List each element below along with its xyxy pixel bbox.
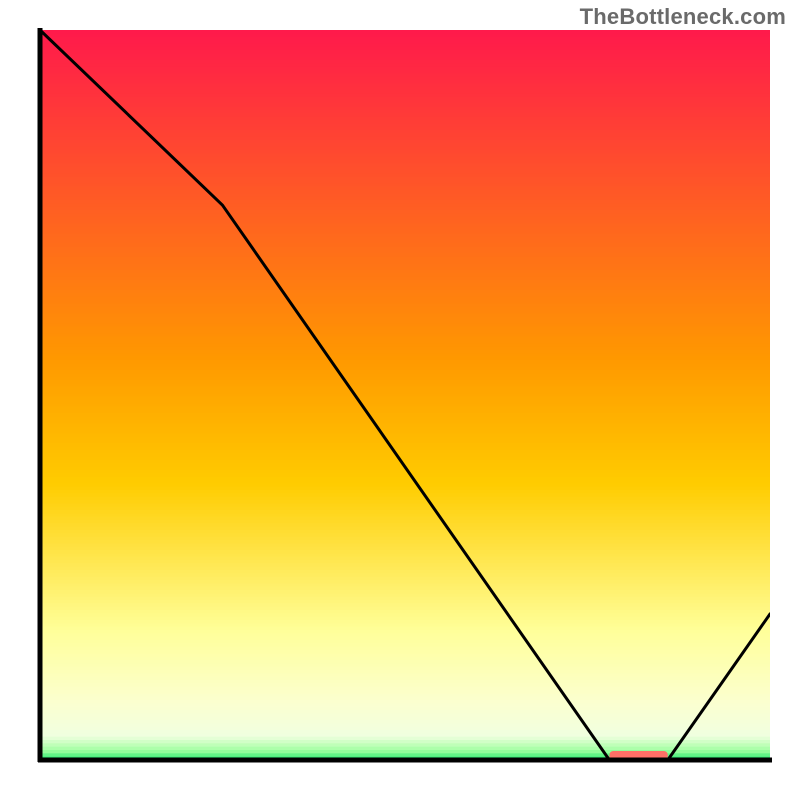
watermark-text: TheBottleneck.com: [580, 4, 786, 30]
heat-gradient: [40, 30, 770, 764]
chart-container: TheBottleneck.com: [0, 0, 800, 800]
bottleneck-chart: [0, 0, 800, 800]
